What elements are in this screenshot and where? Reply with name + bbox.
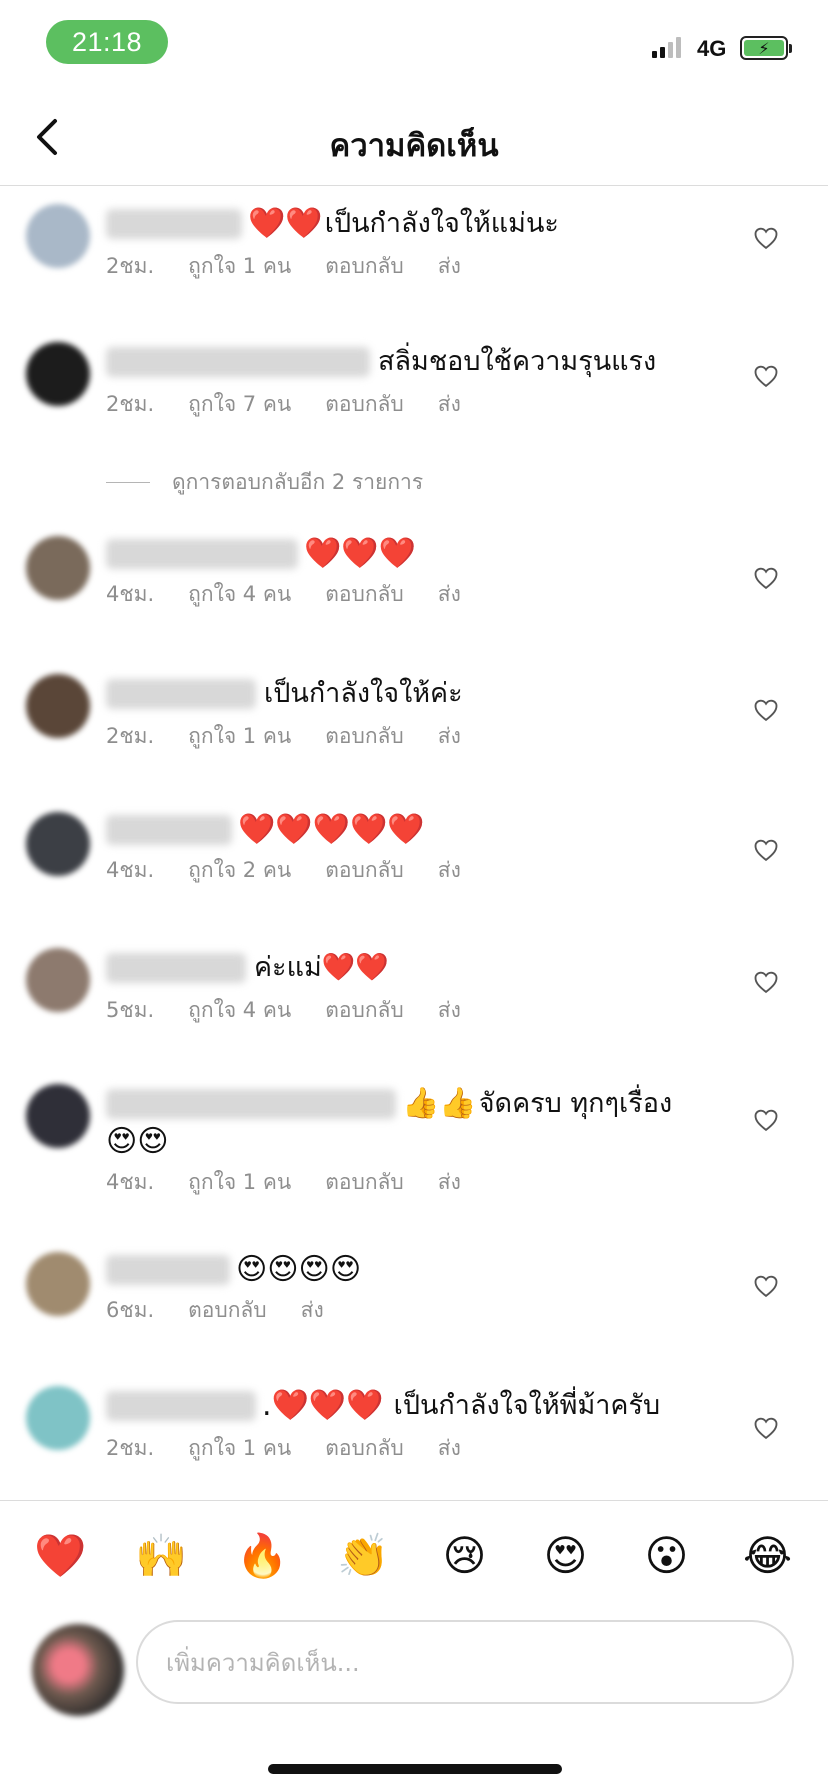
like-heart-icon[interactable] <box>752 362 780 390</box>
avatar[interactable] <box>26 948 90 1012</box>
likes-count[interactable]: ถูกใจ 1 คน <box>188 250 291 283</box>
comment-input[interactable]: เพิ่มความคิดเห็น... <box>136 1620 794 1704</box>
network-label: 4G <box>697 36 727 61</box>
comment-time: 4ชม. <box>106 858 155 882</box>
likes-count[interactable]: ถูกใจ 1 คน <box>188 1432 291 1465</box>
comment-time: 4ชม. <box>106 582 155 606</box>
reply-button[interactable]: ตอบกลับ <box>325 1166 404 1199</box>
comment-text: ค่ะแม่❤️❤️ <box>254 952 389 983</box>
like-heart-icon[interactable] <box>752 968 780 996</box>
avatar[interactable] <box>26 342 90 406</box>
username[interactable] <box>106 1255 230 1285</box>
avatar[interactable] <box>26 1084 90 1148</box>
like-heart-icon[interactable] <box>752 1272 780 1300</box>
send-button[interactable]: ส่ง <box>438 720 461 753</box>
battery-charging-icon: ⚡ <box>740 36 792 60</box>
reply-button[interactable]: ตอบกลับ <box>325 1432 404 1465</box>
avatar[interactable] <box>26 204 90 268</box>
avatar <box>32 1624 124 1716</box>
like-heart-icon[interactable] <box>752 1106 780 1134</box>
comment-time: 5ชม. <box>106 998 155 1022</box>
view-more-replies[interactable]: ดูการตอบกลับอีก 2 รายการ <box>106 466 423 499</box>
username[interactable] <box>106 679 256 709</box>
comment-time: 2ชม. <box>106 254 155 278</box>
comment-list[interactable]: ❤️❤️ เป็นกำลังใจให้แม่นะ 2ชม. ถูกใจ 1 คน… <box>0 186 828 1498</box>
username[interactable] <box>106 539 298 569</box>
avatar[interactable] <box>26 1386 90 1450</box>
avatar[interactable] <box>26 674 90 738</box>
comment-text: เป็นกำลังใจให้แม่นะ <box>324 208 559 239</box>
comment-emoji: 😍😍😍😍 <box>236 1252 362 1287</box>
comment-time: 2ชม. <box>106 392 155 416</box>
comment-emoji: ❤️❤️❤️❤️❤️ <box>238 812 425 847</box>
likes-count[interactable]: ถูกใจ 1 คน <box>188 1166 291 1199</box>
reaction-heart-eyes-button[interactable]: 😍 <box>526 1531 606 1580</box>
comment-emoji: .❤️❤️❤️ <box>262 1388 384 1423</box>
reaction-heart-button[interactable]: ❤️ <box>21 1531 101 1581</box>
comment-text: สลิ่มชอบใช้ความรุนแรง <box>378 346 657 377</box>
send-button[interactable]: ส่ง <box>438 994 461 1027</box>
reply-button[interactable]: ตอบกลับ <box>325 854 404 887</box>
reaction-raised-hands-button[interactable]: 🙌 <box>122 1531 202 1581</box>
status-time[interactable]: 21:18 <box>46 20 168 64</box>
likes-count[interactable]: ถูกใจ 1 คน <box>188 720 291 753</box>
reply-button[interactable]: ตอบกลับ <box>325 720 404 753</box>
comment-emoji: 👍👍 <box>402 1086 477 1121</box>
likes-count[interactable]: ถูกใจ 7 คน <box>188 388 291 421</box>
emoji-reaction-bar: ❤️ 🙌 🔥 👏 😢 😍 😮 😂 <box>0 1500 828 1610</box>
like-heart-icon[interactable] <box>752 1414 780 1442</box>
username[interactable] <box>106 1391 256 1421</box>
username[interactable] <box>106 1089 396 1119</box>
reaction-laughing-button[interactable]: 😂 <box>728 1531 808 1580</box>
comment-time: 6ชม. <box>106 1298 155 1322</box>
reaction-clap-button[interactable]: 👏 <box>324 1531 404 1581</box>
likes-count[interactable]: ถูกใจ 2 คน <box>188 854 291 887</box>
page-title: ความคิดเห็น <box>329 128 499 164</box>
home-indicator[interactable] <box>268 1764 562 1774</box>
like-heart-icon[interactable] <box>752 836 780 864</box>
status-bar: 21:18 4G ⚡ <box>0 0 828 80</box>
send-button[interactable]: ส่ง <box>438 1166 461 1199</box>
username[interactable] <box>106 347 370 377</box>
send-button[interactable]: ส่ง <box>301 1294 324 1327</box>
avatar[interactable] <box>26 1252 90 1316</box>
comment-text: เป็นกำลังใจให้พี่ม้าครับ <box>393 1390 661 1421</box>
comment-emoji: ❤️❤️ <box>248 206 323 241</box>
reply-button[interactable]: ตอบกลับ <box>325 388 404 421</box>
likes-count[interactable]: ถูกใจ 4 คน <box>188 994 291 1027</box>
avatar[interactable] <box>26 812 90 876</box>
reaction-fire-button[interactable]: 🔥 <box>223 1531 303 1581</box>
like-heart-icon[interactable] <box>752 224 780 252</box>
comment-text: จัดครบ ทุกๆเรื่อง <box>478 1088 673 1119</box>
comment-composer: เพิ่มความคิดเห็น... <box>0 1612 828 1716</box>
comment-time: 4ชม. <box>106 1170 155 1194</box>
comment-emoji: ❤️❤️❤️ <box>304 536 417 571</box>
username[interactable] <box>106 209 242 239</box>
send-button[interactable]: ส่ง <box>438 854 461 887</box>
like-heart-icon[interactable] <box>752 564 780 592</box>
likes-count[interactable]: ถูกใจ 4 คน <box>188 578 291 611</box>
view-more-label: ดูการตอบกลับอีก 2 รายการ <box>172 470 424 494</box>
nav-header: ความคิดเห็น <box>0 90 828 186</box>
reaction-surprised-button[interactable]: 😮 <box>627 1531 707 1580</box>
username[interactable] <box>106 953 246 983</box>
reply-button[interactable]: ตอบกลับ <box>325 578 404 611</box>
divider <box>106 482 150 483</box>
reply-button[interactable]: ตอบกลับ <box>188 1294 267 1327</box>
send-button[interactable]: ส่ง <box>438 1432 461 1465</box>
comment-emoji-2: 😍😍 <box>106 1124 169 1159</box>
reaction-crying-button[interactable]: 😢 <box>425 1531 505 1580</box>
comment-time: 2ชม. <box>106 724 155 748</box>
signal-icon <box>652 36 681 58</box>
send-button[interactable]: ส่ง <box>438 578 461 611</box>
send-button[interactable]: ส่ง <box>438 388 461 421</box>
reply-button[interactable]: ตอบกลับ <box>325 994 404 1027</box>
comment-time: 2ชม. <box>106 1436 155 1460</box>
like-heart-icon[interactable] <box>752 696 780 724</box>
avatar[interactable] <box>26 536 90 600</box>
username[interactable] <box>106 815 232 845</box>
reply-button[interactable]: ตอบกลับ <box>325 250 404 283</box>
comment-text: เป็นกำลังใจให้ค่ะ <box>264 678 463 709</box>
send-button[interactable]: ส่ง <box>438 250 461 283</box>
